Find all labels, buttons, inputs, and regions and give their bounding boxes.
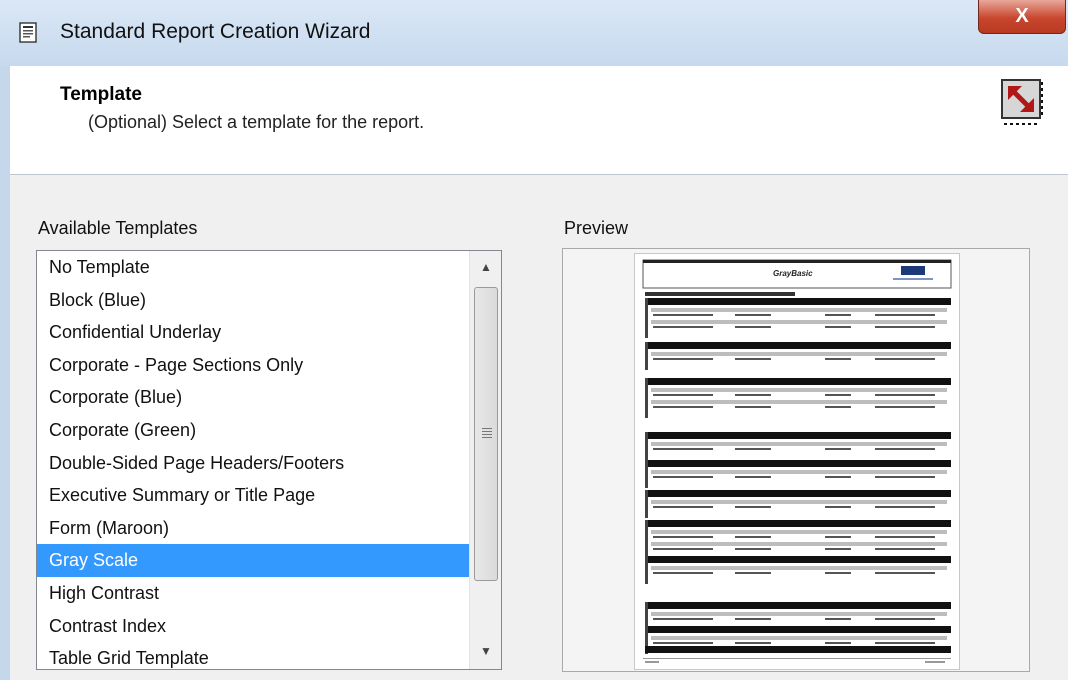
- template-item[interactable]: Form (Maroon): [37, 512, 469, 545]
- report-preview-image: GrayBasic: [642, 259, 952, 663]
- template-item[interactable]: Corporate (Blue): [37, 381, 469, 414]
- scroll-up-arrow-icon[interactable]: ▲: [470, 253, 501, 281]
- scroll-down-arrow-icon[interactable]: ▼: [470, 637, 501, 665]
- step-subtitle: (Optional) Select a template for the rep…: [88, 112, 425, 132]
- templates-listbox[interactable]: No Template Block (Blue) Confidential Un…: [36, 250, 502, 670]
- preview-page-title: GrayBasic: [773, 269, 813, 278]
- template-item[interactable]: Confidential Underlay: [37, 316, 469, 349]
- window-title: Standard Report Creation Wizard: [60, 20, 371, 43]
- preview-label: Preview: [564, 218, 629, 238]
- report-template-icon: [1001, 79, 1043, 125]
- templates-scrollbar[interactable]: ▲ ▼: [469, 251, 501, 669]
- template-item[interactable]: No Template: [37, 251, 469, 284]
- available-templates-label: Available Templates: [38, 218, 198, 238]
- template-item[interactable]: Corporate - Page Sections Only: [37, 349, 469, 382]
- templates-list: No Template Block (Blue) Confidential Un…: [37, 251, 469, 669]
- template-item-selected[interactable]: Gray Scale: [37, 544, 469, 577]
- template-item[interactable]: High Contrast: [37, 577, 469, 610]
- template-item[interactable]: Corporate (Green): [37, 414, 469, 447]
- template-item[interactable]: Executive Summary or Title Page: [37, 479, 469, 512]
- close-button[interactable]: X: [978, 0, 1066, 34]
- wizard-app-icon: [19, 22, 37, 43]
- template-item[interactable]: Double-Sided Page Headers/Footers: [37, 447, 469, 480]
- template-item[interactable]: Contrast Index: [37, 610, 469, 643]
- preview-sections: [645, 292, 951, 654]
- wizard-header: Template (Optional) Select a template fo…: [10, 66, 1068, 175]
- window-frame-left: [0, 66, 10, 680]
- template-item[interactable]: Block (Blue): [37, 284, 469, 317]
- grip-icon: [482, 428, 492, 440]
- step-title: Template: [60, 84, 143, 105]
- template-item[interactable]: Table Grid Template: [37, 642, 469, 669]
- scrollbar-thumb[interactable]: [474, 287, 498, 581]
- preview-thumbnail: GrayBasic: [634, 253, 960, 670]
- title-bar: Standard Report Creation Wizard X: [0, 0, 1068, 67]
